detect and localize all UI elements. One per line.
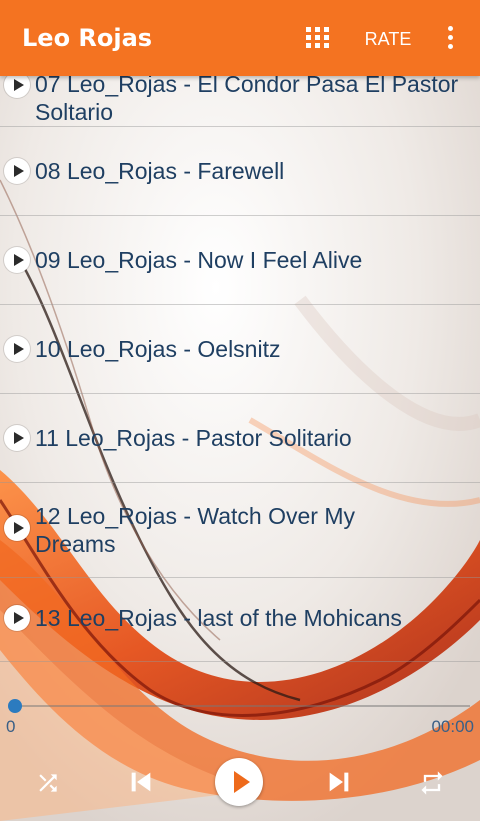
- grid-icon[interactable]: [306, 27, 329, 49]
- list-item[interactable]: 07 Leo_Rojas - El Condor Pasa El Pastor …: [0, 76, 480, 127]
- play-icon[interactable]: [4, 605, 30, 631]
- song-list[interactable]: 07 Leo_Rojas - El Condor Pasa El Pastor …: [0, 76, 480, 676]
- rate-button[interactable]: RATE: [352, 26, 424, 52]
- skip-next-icon[interactable]: [323, 766, 355, 798]
- app-bar: Leo Rojas RATE: [0, 0, 480, 76]
- song-title: 11 Leo_Rojas - Pastor Solitario: [35, 425, 352, 451]
- song-title: 07 Leo_Rojas - El Condor Pasa El Pastor …: [35, 76, 459, 125]
- list-item[interactable]: 12 Leo_Rojas - Watch Over My Dreams: [0, 482, 480, 578]
- repeat-icon[interactable]: [418, 769, 446, 797]
- shuffle-icon[interactable]: [34, 770, 62, 796]
- app-title: Leo Rojas: [22, 24, 153, 52]
- song-title: 08 Leo_Rojas - Farewell: [35, 158, 285, 184]
- song-title: 10 Leo_Rojas - Oelsnitz: [35, 336, 281, 362]
- list-item[interactable]: 13 Leo_Rojas - last of the Mohicans: [0, 577, 480, 662]
- list-item[interactable]: 08 Leo_Rojas - Farewell: [0, 126, 480, 216]
- song-title: 09 Leo_Rojas - Now I Feel Alive: [35, 247, 363, 273]
- player-controls: [0, 752, 480, 812]
- elapsed-time: 0: [6, 717, 16, 736]
- skip-previous-icon[interactable]: [125, 766, 157, 798]
- song-title: 12 Leo_Rojas - Watch Over My Dreams: [35, 503, 355, 557]
- more-vert-icon[interactable]: [441, 26, 461, 50]
- play-button[interactable]: [215, 758, 263, 806]
- play-icon[interactable]: [4, 247, 30, 273]
- seek-track: [10, 705, 470, 707]
- seek-thumb[interactable]: [8, 699, 22, 713]
- list-item[interactable]: 11 Leo_Rojas - Pastor Solitario: [0, 393, 480, 483]
- play-icon[interactable]: [4, 158, 30, 184]
- play-icon[interactable]: [4, 76, 30, 98]
- play-icon[interactable]: [4, 336, 30, 362]
- seek-bar[interactable]: [8, 699, 470, 713]
- list-item[interactable]: 10 Leo_Rojas - Oelsnitz: [0, 304, 480, 394]
- total-duration: 00:00: [431, 717, 474, 736]
- play-icon[interactable]: [4, 425, 30, 451]
- play-icon[interactable]: [4, 515, 30, 541]
- list-item[interactable]: 09 Leo_Rojas - Now I Feel Alive: [0, 215, 480, 305]
- song-title: 13 Leo_Rojas - last of the Mohicans: [35, 605, 402, 631]
